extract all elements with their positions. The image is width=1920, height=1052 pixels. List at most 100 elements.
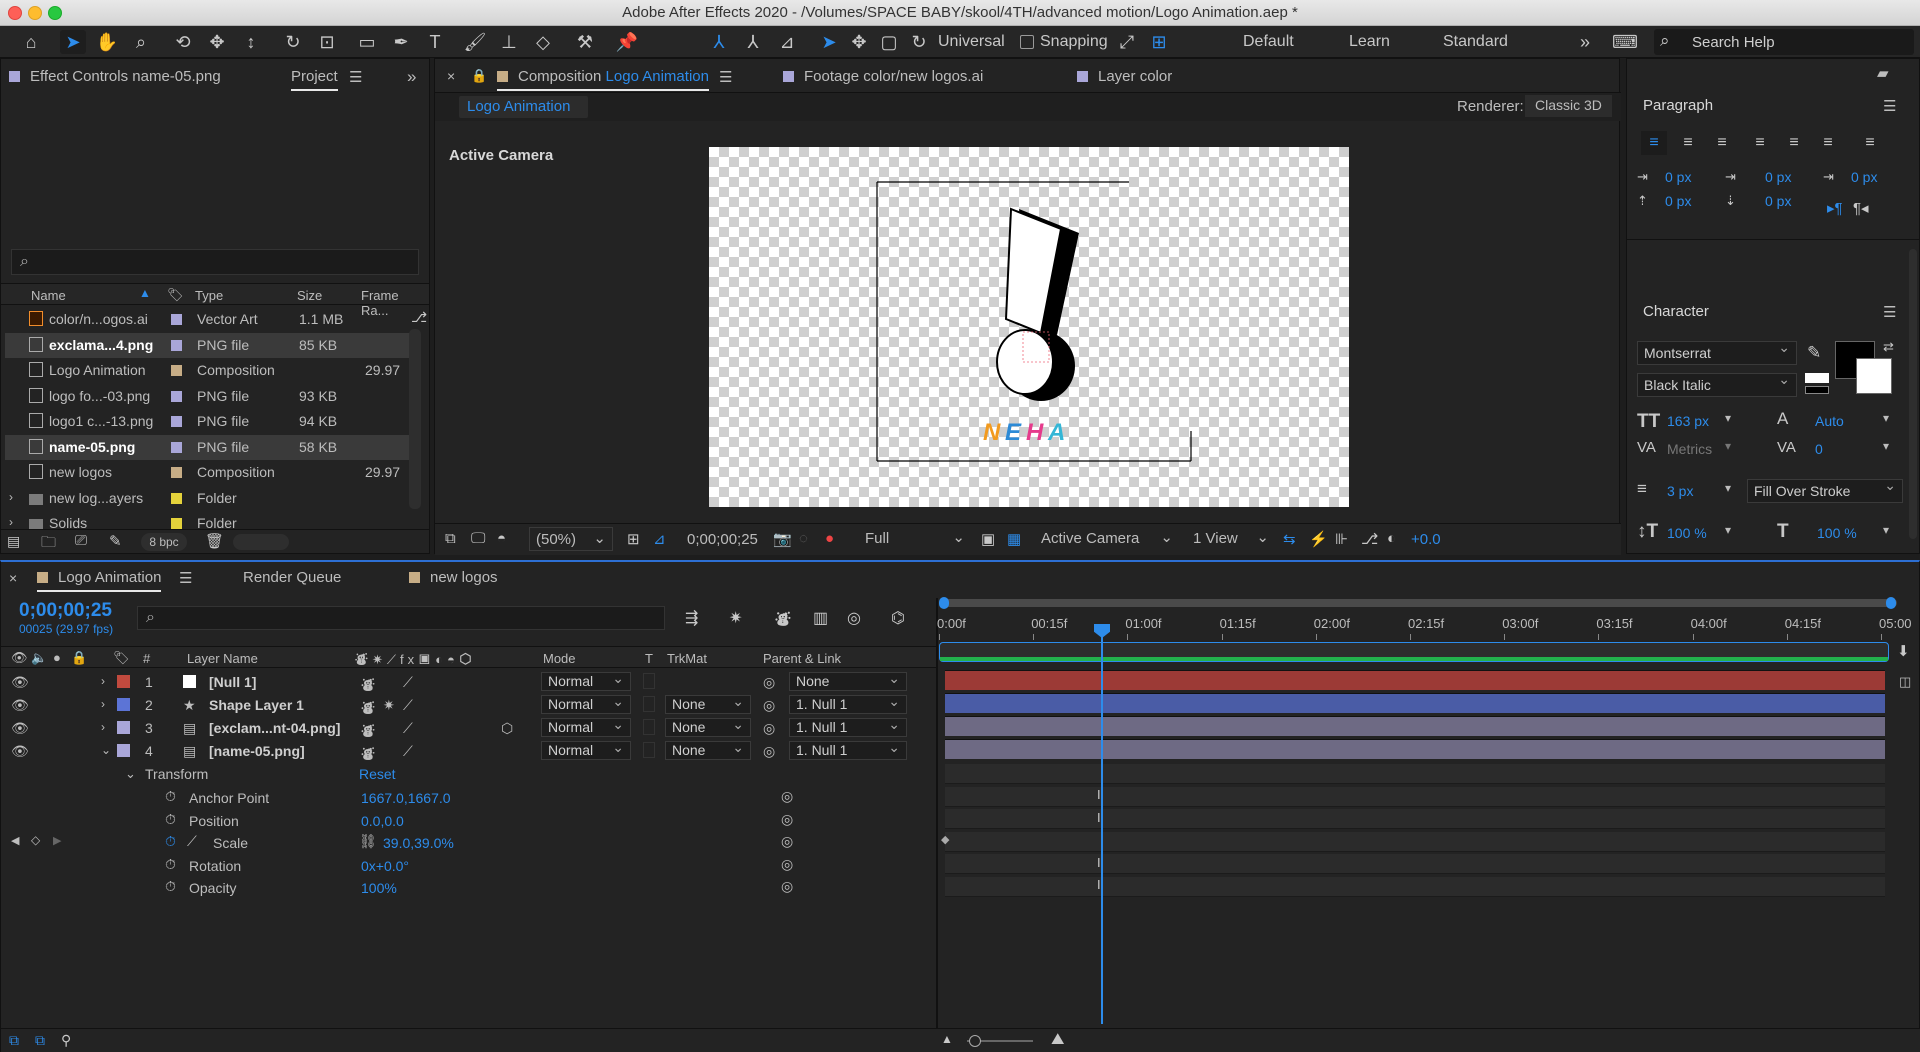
mask-visibility-icon[interactable]: ◓ [497, 530, 506, 547]
paragraph-menu-icon[interactable]: ☰ [1883, 97, 1896, 115]
layer-duration-bar[interactable] [945, 693, 1885, 713]
layer-switches-icon[interactable]: ⧉ [9, 1032, 19, 1049]
label-swatch[interactable] [171, 339, 182, 351]
keyframe-icon[interactable]: ◆ [941, 833, 949, 846]
workspace-standard[interactable]: Standard [1443, 33, 1508, 51]
universal-scale-icon[interactable]: ▢ [876, 30, 902, 54]
tab-effect-controls[interactable]: Effect Controls name-05.png [9, 68, 221, 85]
clone-stamp-tool-icon[interactable]: ⊥ [496, 30, 522, 54]
zoom-in-icon[interactable]: ⛰ [1051, 1031, 1064, 1049]
always-preview-icon[interactable]: ⧉ [445, 530, 456, 547]
fast-previews-icon[interactable]: ⚡ [1309, 530, 1328, 548]
selection-tool-icon[interactable]: ➤ [60, 30, 86, 54]
view-axis-mode-icon[interactable]: ⊿ [774, 30, 800, 54]
project-item[interactable]: new logos Composition 29.97 [5, 460, 411, 485]
leading-chevron-icon[interactable]: ▾ [1883, 411, 1889, 425]
project-item[interactable]: logo fo...-03.png PNG file 93 KB [5, 384, 411, 409]
stroke-width-value[interactable]: 3 px [1667, 483, 1693, 499]
character-menu-icon[interactable]: ☰ [1883, 303, 1896, 321]
justify-all-icon[interactable]: ≡ [1857, 131, 1883, 155]
project-scrollbar[interactable] [409, 329, 421, 509]
eraser-tool-icon[interactable]: ◇ [530, 30, 556, 54]
font-style-dropdown[interactable]: Black Italic [1637, 371, 1797, 397]
expand-panels-icon[interactable]: » [407, 67, 416, 87]
label-swatch[interactable] [171, 365, 182, 376]
in-out-duration-icon[interactable]: ⚲ [61, 1032, 71, 1049]
workspace-sync-icon[interactable]: ⌨ [1612, 30, 1638, 54]
renderer-button[interactable]: Classic 3D [1525, 95, 1612, 117]
timeline-zoom-handle[interactable] [969, 1035, 981, 1047]
timeline-icon[interactable]: ⊪ [1335, 530, 1348, 548]
tab-layer[interactable]: Layer color [1077, 68, 1172, 85]
pan-camera-icon[interactable]: ✥ [204, 30, 230, 54]
world-axis-mode-icon[interactable]: ⅄ [740, 30, 766, 54]
font-family-dropdown[interactable]: Montserrat [1637, 339, 1797, 365]
composition-panel-menu-icon[interactable]: ☰ [719, 68, 732, 86]
stroke-color-swatch[interactable] [1856, 358, 1892, 394]
composition-canvas[interactable]: N E H A [709, 147, 1349, 507]
toggle-transparency-icon[interactable]: ▦ [1007, 530, 1021, 548]
magnification-dropdown[interactable]: (50%) ⌄ [529, 527, 613, 551]
zoom-out-icon[interactable]: ▲ [941, 1032, 953, 1046]
transparency-grid-icon[interactable]: ⊿ [653, 530, 666, 548]
leading-value[interactable]: Auto [1815, 413, 1844, 429]
search-help-field[interactable]: ⌕ Search Help [1654, 29, 1914, 55]
tab-composition[interactable]: Composition Logo Animation [497, 68, 709, 91]
universal-move-icon[interactable]: ✥ [846, 30, 872, 54]
puppet-pin-tool-icon[interactable]: 📌 [614, 30, 640, 54]
lock-icon[interactable]: 🔒 [471, 68, 487, 84]
rtl-direction-icon[interactable]: ¶◂ [1853, 199, 1869, 217]
dolly-camera-icon[interactable]: ↕ [238, 30, 264, 54]
exposure-value[interactable]: +0.0 [1411, 531, 1441, 548]
region-of-interest-icon[interactable]: ▣ [981, 530, 995, 548]
no-fill-swatch[interactable] [1805, 373, 1829, 383]
right-panel-scrollbar[interactable] [1909, 249, 1917, 539]
zoom-tool-icon[interactable]: ⌕ [128, 30, 154, 54]
toggle-pixel-aspect-icon[interactable]: ⇆ [1283, 530, 1296, 548]
rotation-tool-icon[interactable]: ↻ [280, 30, 306, 54]
bit-depth-button[interactable]: 8 bpc [141, 533, 187, 551]
align-right-icon[interactable]: ≡ [1709, 131, 1735, 155]
layer-duration-bar[interactable] [945, 670, 1885, 690]
reset-exposure-icon[interactable]: ◐ [1387, 530, 1396, 547]
channels-icon[interactable]: ● [825, 530, 834, 547]
interpret-footage-icon[interactable]: ▤ [7, 533, 20, 550]
new-folder-icon[interactable]: 🗀 [41, 532, 56, 557]
stroke-width-chevron-icon[interactable]: ▾ [1725, 481, 1731, 495]
label-column-icon[interactable]: 🏷 [167, 287, 184, 303]
extend-snapping-icon[interactable]: ⊞ [1146, 30, 1172, 54]
flowchart-view-icon[interactable]: ⎇ [1361, 530, 1378, 548]
resolution-dropdown[interactable]: Full ⌄ [859, 527, 971, 551]
snapshot-camera-icon[interactable]: 📷 [773, 530, 792, 548]
vertical-scale-value[interactable]: 100 % [1667, 525, 1707, 541]
indent-left-value[interactable]: 0 px [1665, 169, 1691, 185]
font-size-value[interactable]: 163 px [1667, 413, 1709, 429]
rectangle-tool-icon[interactable]: ▭ [354, 30, 380, 54]
current-time-display[interactable]: 0;00;00;25 [687, 531, 758, 548]
monitor-icon[interactable]: 🖵 [471, 530, 485, 547]
title-action-safe-icon[interactable]: ⊞ [627, 530, 640, 548]
snapping-checkbox[interactable] [1020, 35, 1034, 49]
project-item[interactable]: logo1 c...-13.png PNG file 94 KB [5, 409, 411, 434]
project-item[interactable]: › Solids Folder [5, 511, 411, 529]
eyedropper-icon[interactable]: ✎ [1807, 343, 1821, 363]
show-snapshot-icon[interactable]: ◌ [799, 530, 808, 547]
transfer-controls-icon[interactable]: ⧉ [35, 1032, 45, 1049]
label-swatch[interactable] [171, 467, 182, 478]
project-search-input[interactable]: ⌕ [11, 249, 419, 275]
view-layout-dropdown[interactable]: 1 View ⌄ [1187, 527, 1275, 551]
black-swatch[interactable] [1805, 386, 1829, 394]
label-swatch[interactable] [171, 518, 182, 529]
align-left-icon[interactable]: ≡ [1641, 131, 1667, 155]
space-after-value[interactable]: 0 px [1765, 193, 1791, 209]
orbit-camera-icon[interactable]: ⟲ [170, 30, 196, 54]
folder-expand-icon[interactable]: › [9, 490, 13, 504]
project-item[interactable]: name-05.png PNG file 58 KB [5, 434, 411, 460]
project-item[interactable]: › new log...ayers Folder [5, 486, 411, 511]
column-type[interactable]: Type [195, 288, 223, 303]
label-swatch[interactable] [171, 492, 182, 504]
project-panel-menu-icon[interactable]: ☰ [349, 68, 362, 86]
layer-duration-bar[interactable] [945, 716, 1885, 736]
flowchart-icon[interactable]: ⎇ [411, 309, 427, 326]
panel-options-icon[interactable]: ▰ [1877, 64, 1889, 82]
